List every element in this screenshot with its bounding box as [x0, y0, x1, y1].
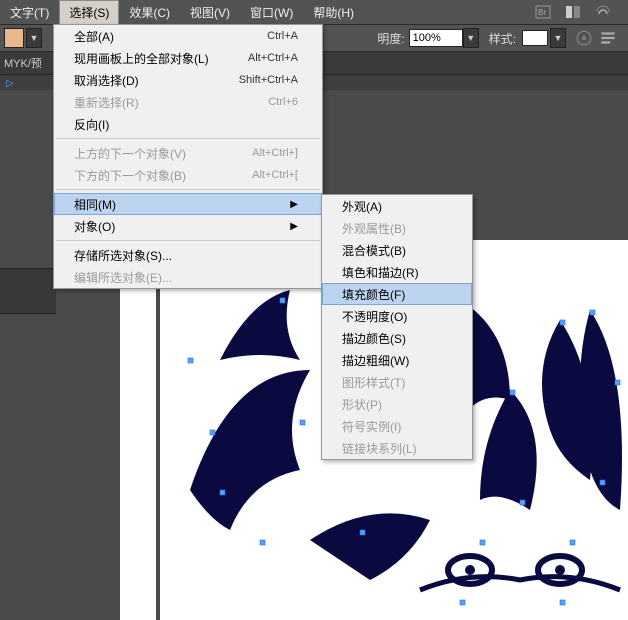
- menu-text[interactable]: 文字(T): [0, 0, 59, 25]
- submenu-appearance[interactable]: 外观(A): [322, 195, 472, 217]
- menu-item-all-on-artboard[interactable]: 现用画板上的全部对象(L)Alt+Ctrl+A: [54, 47, 322, 69]
- panel-dock[interactable]: [0, 268, 56, 314]
- menubar: 文字(T) 选择(S) 效果(C) 视图(V) 窗口(W) 帮助(H) Br: [0, 0, 628, 25]
- document-tab-label[interactable]: MYK/预: [4, 55, 42, 71]
- menu-select[interactable]: 选择(S): [59, 0, 119, 25]
- submenu-symbol-instance: 符号实例(I): [322, 415, 472, 437]
- fill-dropdown-button[interactable]: ▼: [26, 28, 42, 48]
- menu-item-deselect[interactable]: 取消选择(D)Shift+Ctrl+A: [54, 69, 322, 91]
- bridge-icon[interactable]: Br: [532, 3, 554, 21]
- submenu-fill-stroke[interactable]: 填色和描边(R): [322, 261, 472, 283]
- opacity-input[interactable]: [409, 29, 463, 47]
- menu-separator: [56, 189, 320, 190]
- menu-item-save-selection[interactable]: 存储所选对象(S)...: [54, 244, 322, 266]
- menu-view[interactable]: 视图(V): [180, 0, 240, 25]
- submenu-appearance-attr: 外观属性(B): [322, 217, 472, 239]
- submenu-shape: 形状(P): [322, 393, 472, 415]
- submenu-blend-mode[interactable]: 混合模式(B): [322, 239, 472, 261]
- menu-window[interactable]: 窗口(W): [240, 0, 303, 25]
- submenu-arrow-icon: ▶: [290, 199, 298, 210]
- artboard-edge: [120, 240, 156, 620]
- menu-effect[interactable]: 效果(C): [119, 0, 180, 25]
- menu-separator: [56, 138, 320, 139]
- submenu-opacity[interactable]: 不透明度(O): [322, 305, 472, 327]
- layout-icon[interactable]: [562, 3, 584, 21]
- menu-separator: [56, 240, 320, 241]
- submenu-fill-color[interactable]: 填充颜色(F): [322, 283, 472, 305]
- menu-help[interactable]: 帮助(H): [303, 0, 364, 25]
- menu-item-inverse[interactable]: 反向(I): [54, 113, 322, 135]
- submenu-stroke-color[interactable]: 描边颜色(S): [322, 327, 472, 349]
- submenu-link-block: 链接块系列(L): [322, 437, 472, 459]
- opacity-label: 明度:: [377, 30, 404, 47]
- menu-item-next-below: 下方的下一个对象(B)Alt+Ctrl+[: [54, 164, 322, 186]
- submenu-stroke-weight[interactable]: 描边粗细(W): [322, 349, 472, 371]
- menu-item-reselect: 重新选择(R)Ctrl+6: [54, 91, 322, 113]
- sync-icon[interactable]: [592, 3, 614, 21]
- menu-item-same[interactable]: 相同(M)▶: [54, 193, 322, 215]
- svg-text:Br: Br: [538, 8, 546, 17]
- chevron-down-icon: ▼: [554, 33, 563, 43]
- chevron-down-icon: ▼: [466, 33, 475, 43]
- menu-item-select-all[interactable]: 全部(A)Ctrl+A: [54, 25, 322, 47]
- style-dropdown-button[interactable]: ▼: [550, 28, 566, 48]
- menu-item-next-above: 上方的下一个对象(V)Alt+Ctrl+]: [54, 142, 322, 164]
- submenu-graphic-style: 图形样式(T): [322, 371, 472, 393]
- chevron-down-icon: ▼: [30, 33, 39, 43]
- opacity-dropdown-button[interactable]: ▼: [463, 28, 479, 48]
- fill-swatch[interactable]: [4, 28, 24, 48]
- menu-item-object[interactable]: 对象(O)▶: [54, 215, 322, 237]
- select-menu-dropdown: 全部(A)Ctrl+A 现用画板上的全部对象(L)Alt+Ctrl+A 取消选择…: [53, 24, 323, 289]
- style-swatch[interactable]: [522, 30, 548, 46]
- submenu-arrow-icon: ▶: [290, 221, 298, 232]
- recolor-icon[interactable]: [575, 29, 593, 47]
- style-label: 样式:: [489, 30, 516, 47]
- menu-item-edit-selection: 编辑所选对象(E)...: [54, 266, 322, 288]
- same-submenu: 外观(A) 外观属性(B) 混合模式(B) 填色和描边(R) 填充颜色(F) 不…: [321, 194, 473, 460]
- align-icon[interactable]: [599, 29, 617, 47]
- ruler-origin-icon: ▷: [6, 78, 14, 89]
